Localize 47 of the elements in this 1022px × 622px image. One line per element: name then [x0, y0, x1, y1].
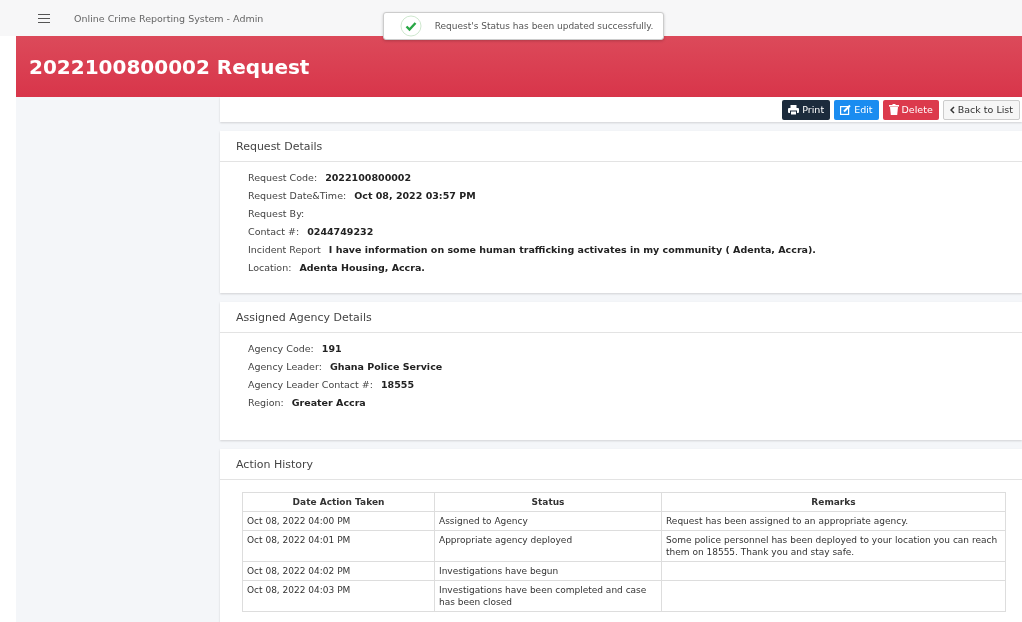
- field-value: 18555: [381, 379, 415, 390]
- menu-icon[interactable]: [38, 13, 50, 23]
- field-label: Region:: [248, 397, 284, 408]
- field-label: Request Date&Time:: [248, 190, 347, 201]
- card-title: Request Details: [236, 139, 323, 153]
- chevron-left-icon: [949, 105, 955, 114]
- table-cell: Investigations have been completed and case has been closed: [439, 585, 647, 607]
- field-label: Request By:: [248, 208, 305, 219]
- table-cell: Request has been assigned to an appropriate agency.: [666, 516, 909, 526]
- field-value: I have information on some human trafficking activates in my community ( Adenta, Accra).: [328, 244, 816, 255]
- back-button[interactable]: Back to List: [942, 99, 1020, 120]
- trash-icon: [888, 104, 899, 115]
- printer-icon: [788, 104, 800, 115]
- field-value: Oct 08, 2022 03:57 PM: [354, 190, 476, 201]
- field-value: Adenta Housing, Accra.: [299, 262, 425, 273]
- table-cell: Oct 08, 2022 04:02 PM: [247, 566, 351, 576]
- field-label: Incident Report: [248, 244, 321, 255]
- table-cell: Some police personnel has been deployed to your location you can reach them on 18555. Thank you and stay safe.: [666, 535, 998, 557]
- table-cell: Assigned to Agency: [439, 516, 528, 526]
- field-label: Location:: [248, 262, 292, 273]
- field-label: Agency Leader:: [248, 361, 322, 372]
- table-cell: Appropriate agency deployed: [439, 535, 573, 545]
- column-header: Status: [434, 492, 662, 512]
- page-title: 2022100800002 Request: [29, 54, 310, 79]
- field-label: Request Code:: [248, 172, 318, 183]
- table-cell: Oct 08, 2022 04:00 PM: [247, 516, 351, 526]
- table-cell: Investigations have begun: [439, 566, 559, 576]
- field-value: 2022100800002: [325, 172, 412, 183]
- table-cell: Oct 08, 2022 04:03 PM: [247, 585, 351, 595]
- field-label: Agency Leader Contact #:: [248, 379, 373, 390]
- toast-message: Request's Status has been updated successfully.: [434, 21, 654, 31]
- field-value: 191: [321, 343, 342, 354]
- check-icon: [400, 15, 422, 37]
- field-value: Ghana Police Service: [329, 361, 443, 372]
- column-header: Date Action Taken: [242, 492, 435, 512]
- field-label: Agency Code:: [248, 343, 314, 354]
- delete-button[interactable]: Delete: [882, 99, 939, 120]
- field-value: 0244749232: [307, 226, 374, 237]
- edit-icon: [840, 104, 852, 115]
- app-title: Online Crime Reporting System - Admin: [74, 12, 264, 24]
- print-button[interactable]: Print: [782, 99, 831, 120]
- card-title: Assigned Agency Details: [236, 310, 372, 324]
- table-cell: Oct 08, 2022 04:01 PM: [247, 535, 351, 545]
- field-value: Greater Accra: [291, 397, 366, 408]
- column-header: Remarks: [661, 492, 1006, 512]
- card-title: Action History: [236, 457, 314, 471]
- field-label: Contact #:: [248, 226, 300, 237]
